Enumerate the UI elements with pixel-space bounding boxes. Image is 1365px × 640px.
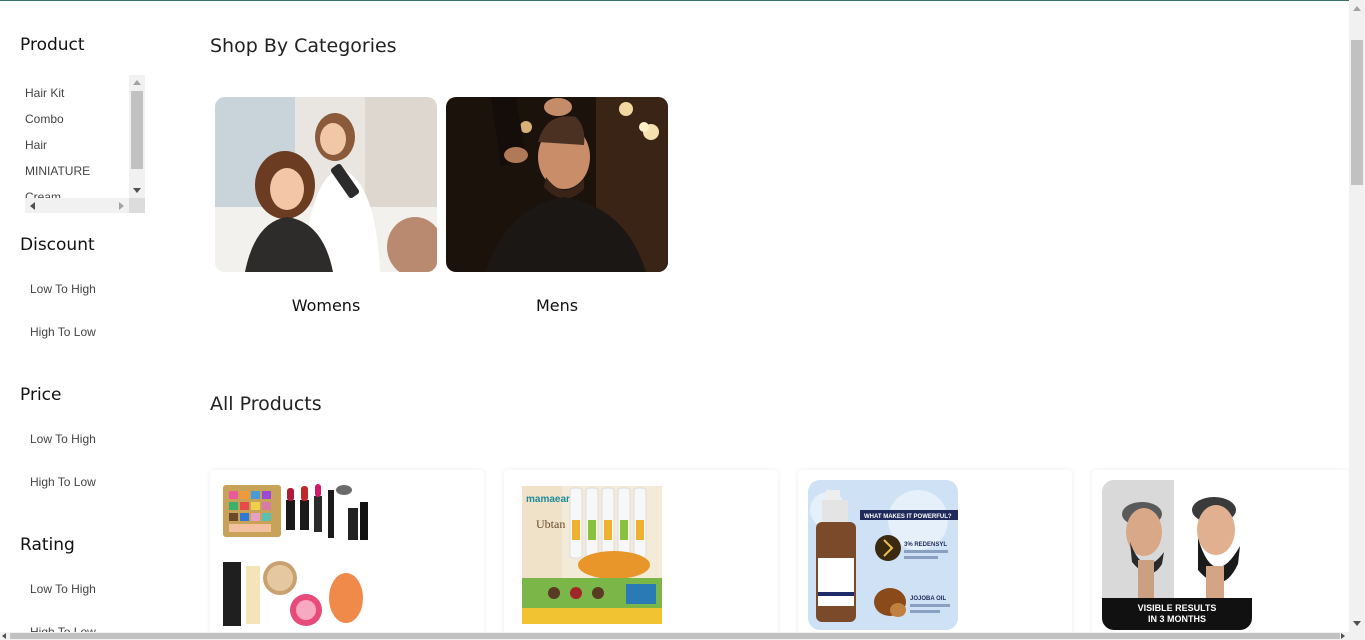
shop-by-categories-title: Shop By Categories [210,35,397,57]
discount-low-to-high[interactable]: Low To High [30,282,96,296]
listbox-item-cream[interactable]: Cream [25,190,61,198]
product-card[interactable]: VISIBLE RESULTS IN 3 MONTHS [1092,470,1349,640]
ubtan-product-text: Ubtan [536,517,565,531]
listbox-item-hair-kit[interactable]: Hair Kit [25,86,64,100]
makeup-kit-image [220,480,370,630]
discount-filter-title: Discount [20,235,95,255]
product-image: mamaearth Ubtan [514,480,664,630]
product-image: WHAT MAKES IT POWERFUL? 3% REDENSYL JOJO… [808,480,958,630]
listbox-item-combo[interactable]: Combo [25,112,64,126]
serum-ingredient-2: JOJOBA OIL [910,596,946,602]
scroll-left-icon[interactable] [30,202,35,210]
product-listbox[interactable]: Hair Kit Combo Hair MINIATURE Cream [25,75,145,213]
product-listbox-items: Hair Kit Combo Hair MINIATURE Cream [25,75,129,198]
listbox-scroll-thumb[interactable] [131,91,143,169]
all-products-title: All Products [210,393,322,415]
price-low-to-high[interactable]: Low To High [30,432,96,446]
category-label-mens[interactable]: Mens [446,296,668,315]
page-vertical-scrollbar[interactable] [1349,0,1365,632]
beard-caption-line-2: IN 3 MONTHS [1148,614,1206,624]
page-scroll-right-icon[interactable] [1341,633,1345,639]
category-card-womens[interactable] [215,97,437,272]
discount-high-to-low[interactable]: High To Low [30,325,96,339]
product-card[interactable]: WHAT MAKES IT POWERFUL? 3% REDENSYL JOJO… [798,470,1072,640]
beard-growth-image: VISIBLE RESULTS IN 3 MONTHS [1102,480,1252,630]
product-image [220,480,370,630]
top-border [0,0,1365,1]
rating-low-to-high[interactable]: Low To High [30,582,96,596]
price-filter-title: Price [20,385,62,405]
listbox-horizontal-scrollbar[interactable] [25,198,129,213]
page-hscroll-thumb[interactable] [10,633,1340,639]
scroll-up-icon[interactable] [133,80,141,85]
rating-filter-title: Rating [20,535,75,555]
beard-caption-line-1: VISIBLE RESULTS [1138,603,1217,613]
filter-sidebar: Product Hair Kit Combo Hair MINIATURE Cr… [0,0,175,640]
product-image: VISIBLE RESULTS IN 3 MONTHS [1102,480,1252,630]
hair-serum-image: WHAT MAKES IT POWERFUL? 3% REDENSYL JOJO… [808,480,958,630]
listbox-vertical-scrollbar[interactable] [129,75,145,198]
page-scroll-up-icon[interactable] [1353,6,1361,11]
serum-ingredient-1: 3% REDENSYL [904,542,947,548]
product-card[interactable]: mamaearth Ubtan [504,470,778,640]
mens-category-image [446,97,668,272]
category-label-womens[interactable]: Womens [215,296,437,315]
mamaearth-ubtan-image: mamaearth Ubtan [514,480,664,630]
product-filter-title: Product [20,35,85,55]
page-scroll-left-icon[interactable] [2,633,6,639]
page-scroll-down-icon[interactable] [1353,621,1361,626]
page-horizontal-scrollbar[interactable] [0,632,1365,640]
scroll-down-icon[interactable] [133,188,141,193]
price-high-to-low[interactable]: High To Low [30,475,96,489]
serum-headline-text: WHAT MAKES IT POWERFUL? [864,514,952,520]
category-card-mens[interactable] [446,97,668,272]
scroll-right-icon[interactable] [119,202,124,210]
scrollbar-corner [129,198,145,213]
page-scroll-thumb[interactable] [1351,40,1363,185]
womens-category-image [215,97,437,272]
listbox-item-miniature[interactable]: MINIATURE [25,164,90,178]
listbox-item-hair[interactable]: Hair [25,138,47,152]
product-card[interactable] [210,470,484,640]
